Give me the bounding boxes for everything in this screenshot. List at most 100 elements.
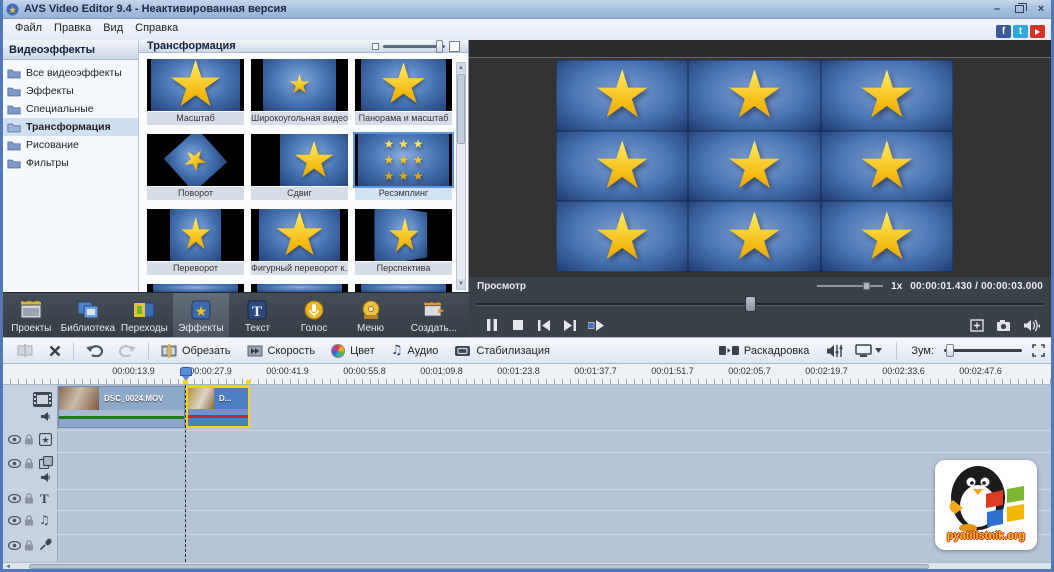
sidebar-item-special[interactable]: Специальные [3, 100, 138, 118]
folder-icon [7, 86, 21, 97]
effect-thumbnail [251, 59, 348, 111]
sidebar-item-drawing[interactable]: Рисование [3, 136, 138, 154]
hscrollbar-thumb[interactable] [29, 564, 929, 569]
fit-timeline-icon[interactable] [1032, 344, 1045, 357]
tab-voice[interactable]: Голос [286, 293, 343, 337]
lock-icon[interactable] [24, 434, 34, 445]
effects-scrollbar[interactable]: ▲ ▼ [456, 62, 466, 290]
restore-button[interactable] [1012, 3, 1026, 15]
lock-icon[interactable] [24, 540, 34, 551]
scroll-down-arrow[interactable]: ▼ [457, 279, 465, 289]
effect-thumbnail [147, 59, 244, 111]
tab-projects[interactable]: Проекты [3, 293, 60, 337]
menu-help[interactable]: Справка [129, 21, 184, 35]
eye-icon[interactable] [8, 494, 21, 503]
sidebar-item-filters[interactable]: Фильтры [3, 154, 138, 172]
scroll-up-arrow[interactable]: ▲ [457, 63, 465, 73]
close-button[interactable]: × [1034, 3, 1048, 15]
effect-item-pan-zoom[interactable]: Панорама и масштаб [355, 59, 452, 125]
effect-item-figure-flip[interactable]: Фигурный переворот к... [251, 209, 348, 275]
effect-item-scale[interactable]: Масштаб [147, 59, 244, 125]
menu-file[interactable]: Файл [9, 21, 48, 35]
tab-text[interactable]: T Текст [229, 293, 286, 337]
tab-menu[interactable]: Меню [342, 293, 399, 337]
effect-item-wide-angle[interactable]: Широкоугольная видео... [251, 59, 348, 125]
sidebar-item-all-effects[interactable]: Все видеоэффекты [3, 64, 138, 82]
menu-view[interactable]: Вид [97, 21, 129, 35]
eye-icon[interactable] [8, 516, 21, 525]
ruler-label: 00:02:33.6 [865, 366, 942, 376]
timeline-zoom-slider[interactable] [944, 349, 1022, 352]
speed-handle[interactable] [863, 282, 870, 290]
minimize-button[interactable]: – [990, 3, 1004, 15]
snapshot-icon[interactable] [996, 319, 1011, 332]
effect-item-flip[interactable]: Переворот [147, 209, 244, 275]
audio-button[interactable]: ♫ Аудио [383, 341, 447, 360]
playhead-marker[interactable] [180, 367, 192, 376]
effect-item-resample[interactable]: Ресэмплинг [355, 134, 452, 200]
undo-button[interactable] [78, 343, 111, 359]
delete-button[interactable] [41, 343, 69, 359]
lock-icon[interactable] [24, 493, 34, 504]
effect-item-partial[interactable] [147, 284, 244, 292]
tab-produce[interactable]: Создать... [399, 293, 469, 337]
clip-thumbnail [59, 387, 99, 410]
seek-bar[interactable] [469, 295, 1051, 313]
effect-item-partial[interactable] [355, 284, 452, 292]
eye-icon[interactable] [8, 459, 21, 468]
youtube-icon[interactable] [1030, 25, 1045, 38]
tab-transitions[interactable]: Переходы [116, 293, 173, 337]
timeline-hscrollbar[interactable]: ◄ [3, 562, 1051, 570]
menu-edit[interactable]: Правка [48, 21, 97, 35]
seek-groove[interactable] [477, 303, 1043, 306]
volume-icon[interactable] [1023, 319, 1041, 332]
twitter-icon[interactable]: t [1013, 25, 1028, 38]
stop-button[interactable] [505, 316, 531, 334]
music-note-icon: ♫ [391, 343, 403, 358]
timeline-tracks[interactable]: ★ T ♫ [3, 385, 1051, 562]
playback-speed-slider[interactable] [817, 285, 883, 287]
effect-item-rotate[interactable]: Поворот [147, 134, 244, 200]
fullscreen-icon[interactable] [970, 319, 984, 332]
title-bar[interactable]: ★ AVS Video Editor 9.4 - Неактивированна… [0, 0, 1054, 19]
pause-button[interactable] [479, 316, 505, 334]
lock-icon[interactable] [24, 515, 34, 526]
previous-frame-button[interactable] [531, 316, 557, 334]
next-frame-button[interactable] [557, 316, 583, 334]
tab-effects[interactable]: ★ Эффекты [173, 293, 230, 337]
scrollbar-thumb[interactable] [457, 74, 465, 144]
star-tile [556, 131, 688, 202]
thumb-size-groove[interactable] [383, 45, 445, 48]
redo-button-disabled[interactable] [111, 343, 144, 359]
overlay-mute-icon[interactable] [41, 473, 52, 482]
playhead-line[interactable] [185, 385, 186, 562]
tab-library[interactable]: Библиотека [60, 293, 117, 337]
stabilization-button[interactable]: Стабилизация [446, 343, 558, 359]
video-mute-icon[interactable] [41, 412, 52, 421]
color-button[interactable]: Цвет [323, 342, 383, 360]
sidebar-item-transform[interactable]: Трансформация [3, 118, 138, 136]
facebook-icon[interactable]: f [996, 25, 1011, 38]
zoom-handle[interactable] [946, 344, 954, 357]
eye-icon[interactable] [8, 435, 21, 444]
play-selection-button[interactable] [583, 316, 609, 334]
split-button-disabled[interactable] [9, 342, 41, 359]
speed-button[interactable]: Скорость [239, 342, 324, 360]
storyboard-button[interactable]: Раскадровка [711, 343, 817, 359]
seek-handle[interactable] [745, 296, 756, 312]
thumb-size-handle[interactable] [436, 40, 443, 53]
timeline-clip-selected[interactable]: D... [186, 386, 250, 428]
trim-button[interactable]: Обрезать [153, 342, 239, 360]
effect-item-shift[interactable]: Сдвиг [251, 134, 348, 200]
eye-icon[interactable] [8, 541, 21, 550]
timeline-ruler[interactable]: 00:00:13.9 00:00:27.9 00:00:41.9 00:00:5… [3, 364, 1051, 385]
effect-item-partial[interactable] [251, 284, 348, 292]
effect-item-perspective[interactable]: Перспектива [355, 209, 452, 275]
timeline-clip-dsc0024[interactable]: DSC_0024.MOV [58, 386, 185, 428]
display-mode-dropdown[interactable] [855, 344, 882, 358]
sidebar-item-effects[interactable]: Эффекты [3, 82, 138, 100]
audio-mixer-icon[interactable] [827, 344, 845, 358]
lock-icon[interactable] [24, 458, 34, 469]
scroll-left-arrow[interactable]: ◄ [5, 563, 11, 571]
thumbnail-size-slider[interactable] [372, 41, 460, 52]
